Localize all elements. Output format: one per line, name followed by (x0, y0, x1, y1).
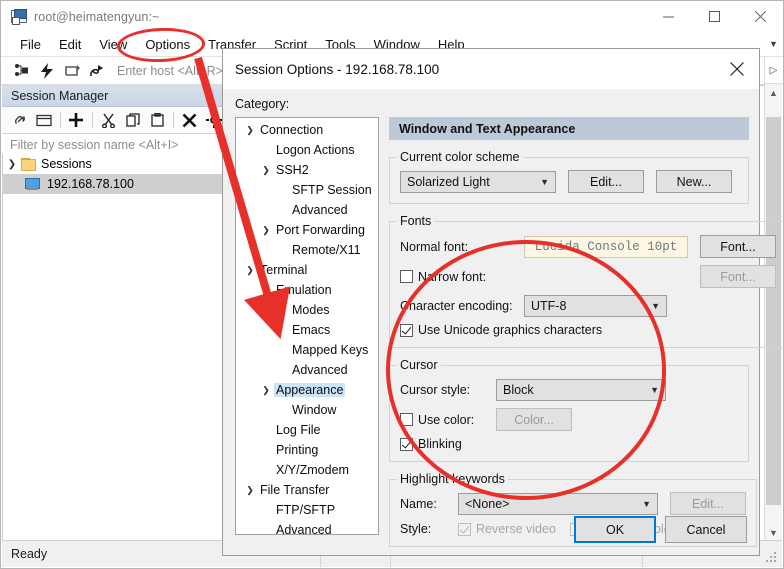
screen-root: root@heimatengyun:~ File Edit View Optio… (0, 0, 784, 569)
annotation-arrow (194, 56, 291, 340)
